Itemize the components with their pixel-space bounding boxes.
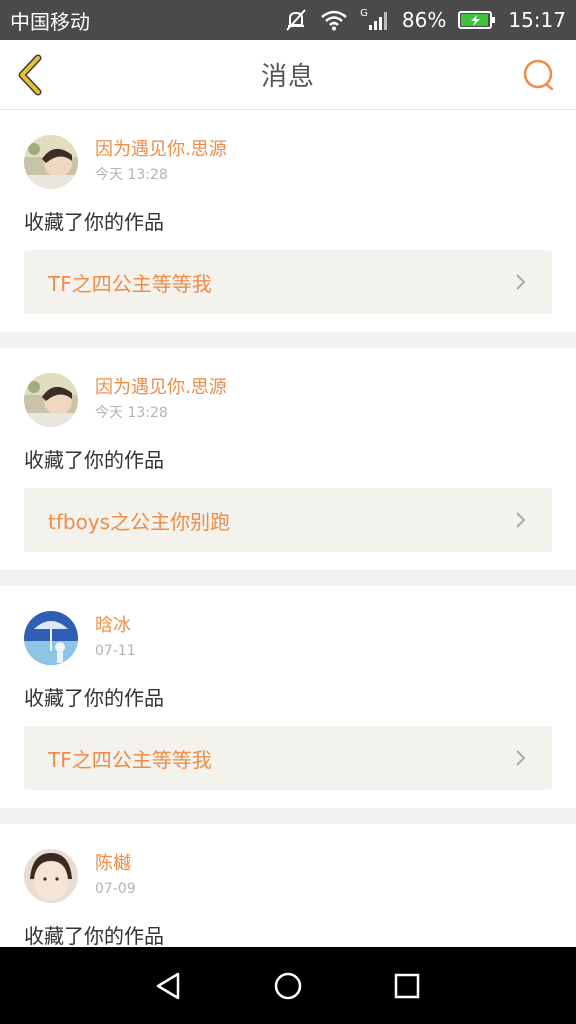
message-time: 07-11 [95,643,136,659]
user-name[interactable]: 因为遇见你.思源 [95,376,227,400]
avatar[interactable] [24,611,78,665]
work-title: TF之四公主等等我 [48,747,212,772]
search-icon [523,59,554,91]
nav-home-button[interactable] [273,971,303,1001]
user-name[interactable]: 因为遇见你.思源 [95,138,227,162]
message-card: 因为遇见你.思源 今天 13:28 收藏了你的作品 tfboys之公主你别跑 [0,348,576,570]
avatar[interactable] [24,849,78,903]
header-bar: 消息 [0,40,576,110]
work-link[interactable]: TF之四公主等等我 [24,726,552,790]
message-card: 陈樾 07-09 收藏了你的作品 [0,824,576,947]
signal-type-label: G [360,8,368,19]
message-card: 晗冰 07-11 收藏了你的作品 TF之四公主等等我 [0,586,576,808]
nav-back-button[interactable] [154,971,184,1001]
avatar[interactable] [24,373,78,427]
work-title: tfboys之公主你别跑 [48,509,231,534]
clock: 15:17 [508,8,566,32]
message-time: 今天 13:28 [95,405,168,421]
system-nav-bar [0,947,576,1024]
chevron-right-icon [516,274,526,290]
action-text: 收藏了你的作品 [24,210,164,234]
message-card: 因为遇见你.思源 今天 13:28 收藏了你的作品 TF之四公主等等我 [0,110,576,332]
status-bar: 中国移动 G 86% 15:17 [0,0,576,40]
chevron-right-icon [516,512,526,528]
message-time: 07-09 [95,881,136,897]
carrier-name: 中国移动 [10,9,90,34]
back-button[interactable] [14,54,50,96]
mute-icon [284,9,308,31]
wifi-icon [320,9,348,31]
action-text: 收藏了你的作品 [24,448,164,472]
user-name[interactable]: 陈樾 [95,852,136,876]
action-text: 收藏了你的作品 [24,686,164,710]
action-text: 收藏了你的作品 [24,924,164,947]
search-button[interactable] [522,58,556,92]
circle-home-icon [274,972,302,999]
nav-recents-button[interactable] [392,971,422,1001]
triangle-back-icon [157,972,180,999]
work-link[interactable]: tfboys之公主你别跑 [24,488,552,552]
avatar[interactable] [24,135,78,189]
chevron-right-icon [516,750,526,766]
battery-icon [458,10,496,30]
message-time: 今天 13:28 [95,167,168,183]
page-title: 消息 [260,62,315,92]
battery-percent: 86% [401,8,447,32]
work-link[interactable]: TF之四公主等等我 [24,250,552,314]
cell-signal-icon: G [360,9,390,31]
work-title: TF之四公主等等我 [48,271,212,296]
message-list[interactable]: 因为遇见你.思源 今天 13:28 收藏了你的作品 TF之四公主等等我 因为遇见… [0,110,576,947]
user-name[interactable]: 晗冰 [95,614,136,638]
square-recents-icon [394,973,419,998]
chevron-left-icon [18,54,42,96]
